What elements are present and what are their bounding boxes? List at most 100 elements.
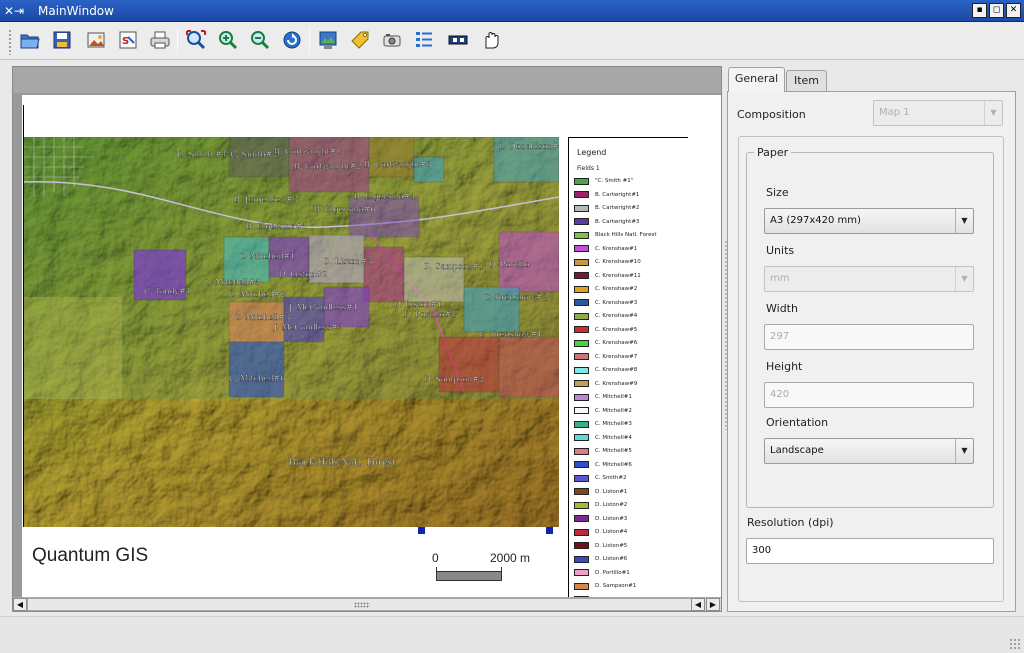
svg-text:C. Mitchell#1: C. Mitchell#1 <box>239 252 295 261</box>
open-template-icon[interactable] <box>16 26 44 54</box>
legend-entry: C. Mitchell#4 <box>574 433 632 443</box>
scroll-left-button-secondary[interactable]: ◀ <box>691 598 705 611</box>
add-scalebar-icon[interactable] <box>444 26 472 54</box>
add-image-icon[interactable] <box>378 26 406 54</box>
legend-entry-label: D. Liston#6 <box>595 556 628 562</box>
save-template-icon[interactable] <box>48 26 76 54</box>
legend-swatch <box>574 380 589 387</box>
chevron-down-icon: ▼ <box>955 209 973 233</box>
zoom-in-icon[interactable] <box>214 26 242 54</box>
legend-entry: B. Cartwright#2 <box>574 203 639 213</box>
legend-entry-label: B. Cartwright#2 <box>595 205 640 211</box>
legend-entry-label: C. Krenshaw#6 <box>595 340 638 346</box>
legend-entry: C. Smith#2 <box>574 473 626 483</box>
legend-swatch <box>574 555 589 563</box>
tab-general[interactable]: General <box>728 67 785 92</box>
status-bar <box>0 616 1024 653</box>
legend-swatch <box>574 299 589 306</box>
toolbar-grip[interactable] <box>8 29 12 55</box>
svg-text:B. Cartwright#2: B. Cartwright#2 <box>294 162 361 171</box>
add-label-icon[interactable] <box>346 26 374 54</box>
horizontal-scrollbar[interactable]: ◀ ◀ ▶ <box>13 597 721 611</box>
legend-swatch <box>574 272 589 279</box>
close-button[interactable]: ✕ <box>1006 3 1021 18</box>
legend-entry-label: C. Smith#2 <box>595 475 627 481</box>
legend-entry-label: D. Liston#5 <box>595 542 628 549</box>
legend-item[interactable]: Legend Fields 1 "C. Smith #1" B. Cartwrig… <box>568 137 688 597</box>
legend-swatch <box>574 339 589 347</box>
add-map-icon[interactable] <box>314 26 342 54</box>
tab-item[interactable]: Item <box>786 70 827 91</box>
select-move-icon[interactable] <box>476 26 504 54</box>
legend-entry: C. Krenshaw#7 <box>574 352 637 362</box>
paper-size-select[interactable]: A3 (297x420 mm) ▼ <box>764 208 974 234</box>
scrollbar-thumb[interactable] <box>27 598 693 611</box>
zoom-full-icon[interactable] <box>182 26 210 54</box>
print-icon[interactable] <box>146 26 174 54</box>
svg-text:D. Liston#3: D. Liston#3 <box>324 257 372 266</box>
composer-canvas[interactable]: "C. Smith #1"C. Smith#2 B. Cartwright#1 … <box>12 66 722 612</box>
legend-entry-label: C. Krenshaw#3 <box>595 299 638 306</box>
legend-swatch <box>574 312 589 320</box>
composition-title-label[interactable]: Quantum GIS <box>32 545 148 567</box>
scalebar-item[interactable] <box>436 571 502 581</box>
legend-swatch <box>574 434 589 441</box>
composition-paper[interactable]: "C. Smith #1"C. Smith#2 B. Cartwright#1 … <box>22 95 721 597</box>
svg-text:D. Portillo: D. Portillo <box>489 260 530 269</box>
export-svg-icon[interactable]: S <box>114 26 142 54</box>
legend-entry-label: C. Krenshaw#10 <box>595 259 641 265</box>
legend-entry-label: "C. Smith #1" <box>595 178 634 184</box>
legend-layer-name: Fields 1 <box>577 165 600 172</box>
toolbar-separator <box>177 28 178 54</box>
legend-swatch <box>574 326 589 333</box>
legend-entry-label: C. Mitchell#5 <box>595 448 632 454</box>
legend-entry-label: C. Krenshaw#2 <box>595 286 638 292</box>
zoom-out-icon[interactable] <box>246 26 274 54</box>
width-input[interactable]: 297 <box>764 324 974 350</box>
height-input[interactable]: 420 <box>764 382 974 408</box>
maximize-button[interactable]: ◻ <box>989 3 1004 18</box>
legend-entry: B. Cartwright#1 <box>574 190 639 200</box>
size-grip[interactable] <box>1009 638 1021 650</box>
paper-size-value: A3 (297x420 mm) <box>770 215 861 226</box>
paper-group-title: Paper <box>754 146 792 159</box>
scroll-right-button[interactable]: ▶ <box>706 598 720 611</box>
map-item[interactable]: "C. Smith #1"C. Smith#2 B. Cartwright#1 … <box>24 137 559 527</box>
units-select[interactable]: mm ▼ <box>764 266 974 292</box>
scalebar-zero-label: 0 <box>432 551 439 565</box>
legend-entry: D. Liston#3 <box>574 514 627 524</box>
minimize-button[interactable]: ▪ <box>972 3 987 18</box>
legend-swatch <box>574 245 589 252</box>
legend-entry: D. Liston#6 <box>574 554 627 564</box>
scroll-left-button[interactable]: ◀ <box>13 598 27 611</box>
chevron-down-icon: ▼ <box>955 439 973 463</box>
selection-handle-left[interactable] <box>418 527 425 534</box>
refresh-icon[interactable] <box>278 26 306 54</box>
canvas-header <box>13 67 721 93</box>
legend-entry: C. Krenshaw#4 <box>574 311 637 321</box>
legend-swatch <box>574 461 589 468</box>
svg-text:D. Sampson#1: D. Sampson#1 <box>424 262 484 271</box>
composition-select[interactable]: Map 1 ▼ <box>873 100 1003 126</box>
scalebar-end-label: 2000 m <box>490 551 531 565</box>
legend-swatch <box>574 407 589 414</box>
orientation-select[interactable]: Landscape ▼ <box>764 438 974 464</box>
add-legend-icon[interactable] <box>410 26 438 54</box>
legend-entry: D. Liston#1 <box>574 487 627 497</box>
svg-text:C. Mitchell#6: C. Mitchell#6 <box>229 374 285 383</box>
legend-swatch <box>574 447 589 455</box>
svg-text:C. Tandy#1: C. Tandy#1 <box>144 287 191 296</box>
legend-entry: C. Mitchell#1 <box>574 392 632 402</box>
resolution-input[interactable]: 300 <box>746 538 994 564</box>
legend-swatch <box>574 501 589 509</box>
export-image-icon[interactable] <box>82 26 110 54</box>
system-menu-icon[interactable]: ✕⇥ <box>4 3 32 19</box>
legend-swatch <box>574 218 589 225</box>
orientation-value: Landscape <box>770 445 824 456</box>
svg-text:C. Mitchell#5: C. Mitchell#5 <box>204 278 260 287</box>
legend-entry-label: C. Krenshaw#7 <box>595 353 638 360</box>
selection-handle-right[interactable] <box>546 527 553 534</box>
legend-entry-label: C. Mitchell#2 <box>595 407 632 414</box>
toolbar-separator <box>309 28 310 54</box>
height-label: Height <box>766 360 803 373</box>
